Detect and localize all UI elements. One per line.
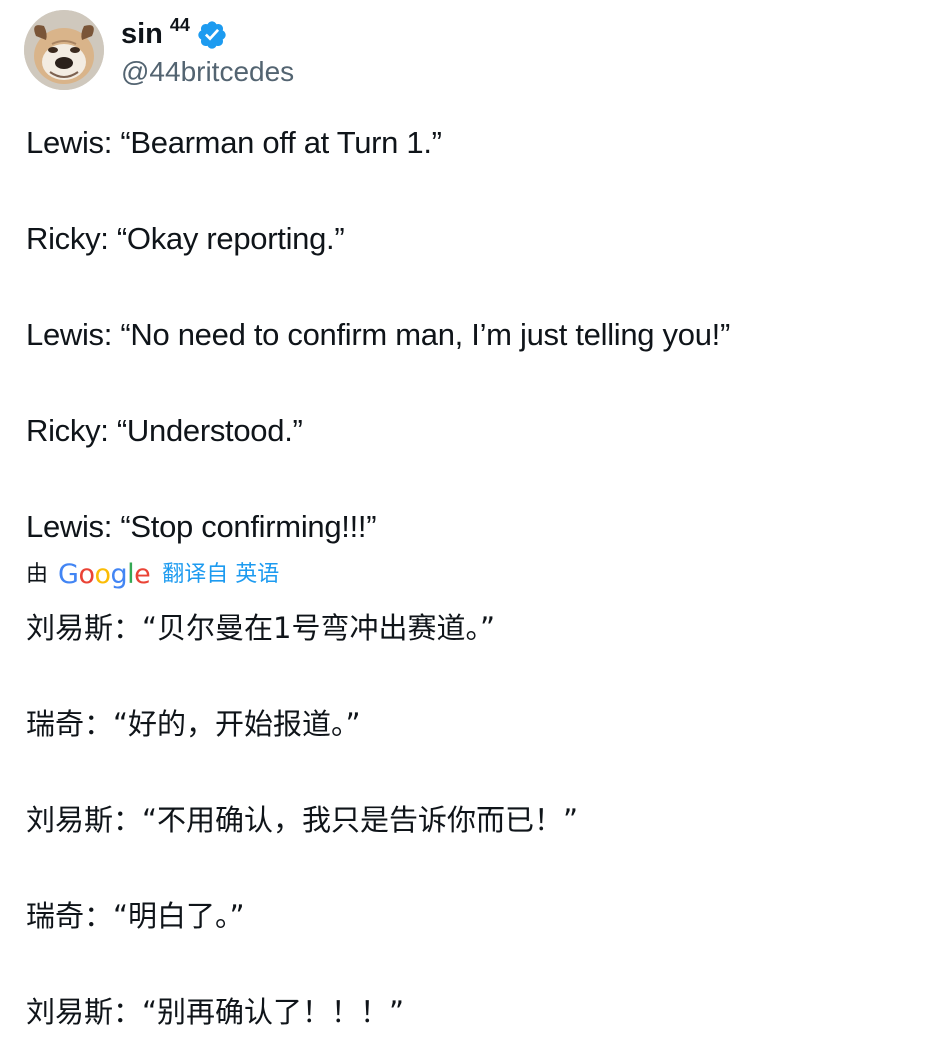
- display-name[interactable]: sin: [121, 14, 163, 54]
- tweet-header: sin 44 @44britcedes: [24, 10, 904, 94]
- translated-paragraph: 瑞奇：“明白了。”: [26, 899, 245, 933]
- tweet-paragraph: Lewis: “Bearman off at Turn 1.”: [26, 125, 442, 160]
- google-logo-letter: o: [94, 559, 111, 590]
- google-logo-letter: e: [134, 559, 151, 590]
- google-logo-letter: G: [58, 559, 79, 590]
- translated-paragraph: 刘易斯：“不用确认，我只是告诉你而已！”: [26, 803, 579, 837]
- translated-from-link[interactable]: 翻译自 英语: [162, 558, 279, 592]
- translated-by-label: 由: [26, 562, 49, 587]
- user-handle[interactable]: @44britcedes: [121, 54, 294, 90]
- verified-badge-icon: [198, 21, 226, 49]
- tweet-paragraph: Lewis: “No need to confirm man, I’m just…: [26, 317, 730, 352]
- avatar[interactable]: [24, 10, 104, 90]
- tweet-body: Lewis: “Bearman off at Turn 1.” Ricky: “…: [26, 119, 916, 551]
- google-logo-letter: g: [110, 559, 128, 590]
- translated-paragraph: 刘易斯：“贝尔曼在1号弯冲出赛道。”: [26, 611, 495, 645]
- translated-paragraph: 瑞奇：“好的，开始报道。”: [26, 707, 361, 741]
- name-superscript: 44: [169, 15, 190, 35]
- tweet-paragraph: Lewis: “Stop confirming!!!”: [26, 509, 377, 544]
- google-logo: Google: [58, 558, 151, 592]
- name-row: sin 44: [121, 14, 228, 54]
- google-logo-letter: o: [78, 559, 95, 590]
- tweet-paragraph: Ricky: “Okay reporting.”: [26, 221, 345, 256]
- translated-paragraph: 刘易斯：“别再确认了！！！”: [26, 995, 405, 1029]
- translation-attribution: 由 Google 翻译自 英语: [26, 558, 279, 592]
- bulldog-avatar-icon: [24, 10, 104, 90]
- translated-tweet-body: 刘易斯：“贝尔曼在1号弯冲出赛道。” 瑞奇：“好的，开始报道。” 刘易斯：“不用…: [26, 604, 916, 1036]
- tweet-paragraph: Ricky: “Understood.”: [26, 413, 303, 448]
